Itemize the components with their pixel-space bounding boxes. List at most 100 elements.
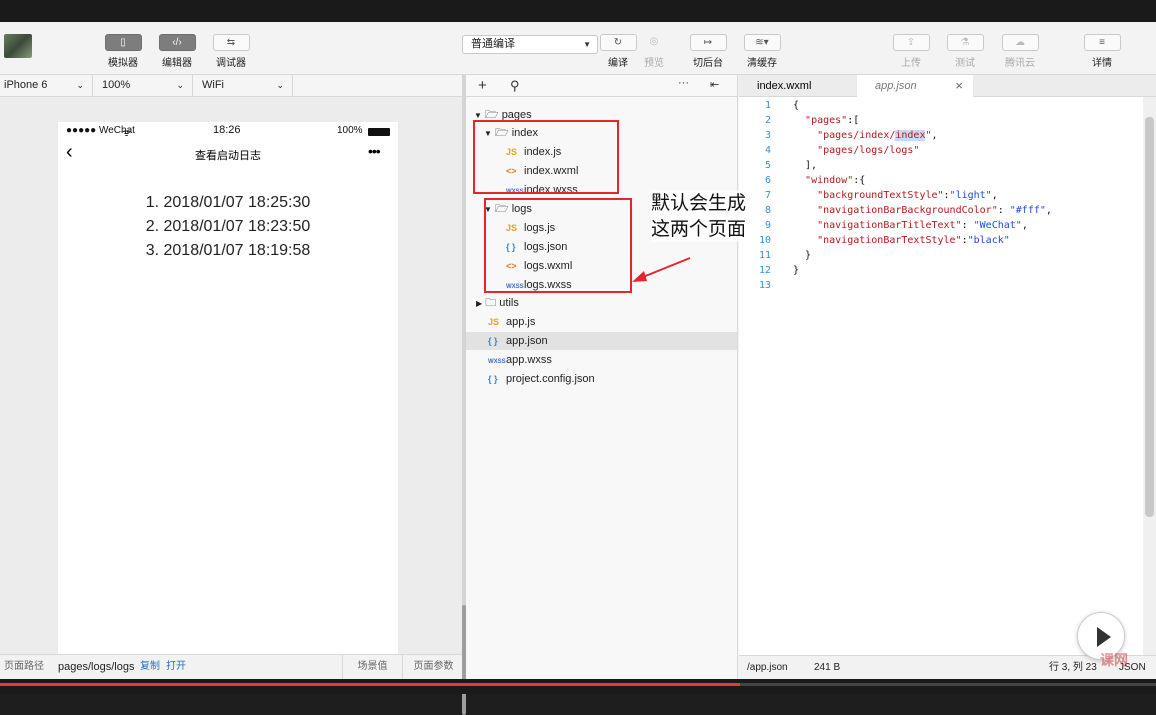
- video-progress-fill: [0, 683, 740, 686]
- video-progress-bar[interactable]: [0, 683, 1156, 686]
- wxss-file-icon: WXSS: [488, 359, 506, 365]
- chevron-down-icon: ⌄: [176, 80, 184, 90]
- highlight-box-logs: [484, 198, 632, 293]
- file-label: project.config.json: [506, 373, 595, 385]
- menu-icon: ≡: [1083, 34, 1121, 51]
- user-avatar[interactable]: [4, 34, 32, 58]
- code-line: {: [793, 100, 800, 111]
- device-select[interactable]: iPhone 6 ⌄: [0, 75, 93, 97]
- video-top-bar: [0, 0, 1156, 22]
- file-app-json[interactable]: { } app.json: [488, 332, 548, 350]
- debugger-label: 调试器: [216, 58, 246, 69]
- file-project-config[interactable]: { } project.config.json: [488, 370, 595, 388]
- add-icon[interactable]: +: [478, 77, 487, 94]
- file-path: /app.json: [747, 662, 788, 673]
- editor-button[interactable]: ‹/› 编辑器: [155, 34, 199, 69]
- flask-icon: ⚗: [946, 34, 984, 51]
- switch-icon: ↦: [689, 34, 727, 51]
- collapse-icon[interactable]: ⇤: [710, 78, 719, 91]
- tencent-cloud-button[interactable]: ☁ 腾讯云: [998, 34, 1042, 69]
- refresh-icon: ↻: [599, 34, 637, 51]
- clear-cache-label: 清缓存: [747, 58, 777, 69]
- code-line: }: [793, 250, 812, 261]
- more-icon[interactable]: ···: [678, 77, 689, 89]
- log-item: 1. 2018/01/07 18:25:30: [145, 194, 311, 211]
- chevron-down-icon: ⌄: [276, 80, 284, 90]
- wifi-icon: ᯤ: [122, 128, 132, 139]
- tab-label: app.json: [875, 80, 917, 92]
- device-value: iPhone 6: [4, 79, 48, 91]
- tab-app-json[interactable]: app.json ×: [857, 75, 973, 97]
- zoom-select[interactable]: 100% ⌄: [93, 75, 193, 97]
- tab-index-wxml[interactable]: index.wxml: [739, 75, 857, 97]
- line-number: 1: [764, 100, 771, 111]
- editor-scrollbar[interactable]: [1143, 97, 1156, 655]
- status-bar: ●●●●● WeChat ᯤ 18:26 100%: [58, 122, 398, 139]
- upload-button[interactable]: ⇪ 上传: [889, 34, 933, 69]
- watermark-logo: 课网: [1100, 652, 1128, 668]
- phone-screen: ●●●●● WeChat ᯤ 18:26 100% ‹ 查看启动日志 ••• 1…: [58, 122, 398, 654]
- file-app-wxss[interactable]: WXSSapp.wxss: [488, 351, 552, 369]
- search-icon[interactable]: ⚲: [510, 78, 520, 94]
- log-list: 1. 2018/01/07 18:25:30 2. 2018/01/07 18:…: [58, 191, 398, 263]
- code-line: ],: [793, 160, 818, 171]
- line-number: 2: [764, 115, 771, 126]
- debugger-button[interactable]: ⇆ 调试器: [209, 34, 253, 69]
- device-bar: iPhone 6 ⌄ 100% ⌄ WiFi ⌄: [0, 75, 464, 97]
- clear-cache-button[interactable]: ≋▾ 清缓存: [740, 34, 784, 69]
- network-select[interactable]: WiFi ⌄: [193, 75, 293, 97]
- file-label: app.json: [506, 335, 548, 347]
- simulator-footer: 页面路径 pages/logs/logs 复制 打开 场景值 页面参数: [0, 654, 464, 679]
- compile-label: 编译: [608, 58, 628, 69]
- simulator-button[interactable]: ▯ 模拟器: [101, 34, 145, 69]
- line-number: 11: [758, 250, 771, 261]
- copy-link[interactable]: 复制: [140, 655, 160, 679]
- test-label: 测试: [955, 58, 975, 69]
- folder-icon: 🗀: [485, 297, 497, 309]
- annotation-line: 这两个页面: [651, 218, 747, 240]
- log-item: 3. 2018/01/07 18:19:58: [145, 242, 311, 259]
- line-number: 6: [764, 175, 771, 186]
- line-number: 13: [758, 280, 771, 291]
- code-line: "navigationBarBackgroundColor": "#fff",: [817, 205, 1052, 216]
- test-button[interactable]: ⚗ 测试: [943, 34, 987, 69]
- line-number: 4: [764, 145, 771, 156]
- page-params-button[interactable]: 页面参数: [402, 655, 464, 679]
- more-icon[interactable]: •••: [368, 143, 381, 159]
- battery-icon: [368, 128, 390, 136]
- file-size: 241 B: [814, 662, 841, 673]
- scrollbar-thumb[interactable]: [1145, 117, 1154, 517]
- clock-text: 18:26: [213, 124, 241, 136]
- preview-button[interactable]: ◎ 预览: [632, 34, 676, 69]
- chevron-down-icon: ⌄: [76, 80, 84, 90]
- code-line: "navigationBarTitleText": "WeChat",: [817, 220, 1028, 231]
- tab-label: index.wxml: [757, 80, 812, 92]
- network-value: WiFi: [202, 79, 224, 91]
- nav-title: 查看启动日志: [195, 150, 261, 162]
- highlight-box-index: [473, 120, 619, 194]
- json-file-icon: { }: [488, 374, 498, 384]
- caret-right-icon: ▶: [476, 299, 483, 308]
- code-line: "window":{: [805, 175, 866, 186]
- editor-tabs: index.wxml app.json ×: [739, 75, 1156, 97]
- log-item: 2. 2018/01/07 18:23:50: [145, 218, 311, 235]
- compile-mode-select[interactable]: 普通编译 ▼: [462, 35, 598, 54]
- chevron-down-icon: ▼: [583, 40, 591, 49]
- editor-label: 编辑器: [162, 58, 192, 69]
- simulator-label: 模拟器: [108, 58, 138, 69]
- folder-utils[interactable]: ▶ 🗀 utils: [476, 294, 519, 312]
- preview-label: 预览: [644, 58, 664, 69]
- cursor-position: 行 3, 列 23: [1049, 662, 1097, 673]
- json-file-icon: { }: [488, 336, 498, 346]
- line-number: 12: [758, 265, 771, 276]
- details-button[interactable]: ≡ 详情: [1080, 34, 1124, 69]
- close-icon[interactable]: ×: [955, 75, 963, 97]
- file-app-js[interactable]: JS app.js: [488, 313, 535, 331]
- upload-icon: ⇪: [892, 34, 930, 51]
- open-link[interactable]: 打开: [166, 655, 186, 679]
- background-button[interactable]: ↦ 切后台: [686, 34, 730, 69]
- caret-down-icon: ▼: [474, 111, 482, 120]
- code-area[interactable]: 1{ 2 "pages":[ 3 "pages/index/index", 4 …: [739, 97, 1143, 655]
- scene-value-button[interactable]: 场景值: [342, 655, 402, 679]
- devtools-window: ▯ 模拟器 ‹/› 编辑器 ⇆ 调试器 普通编译 ▼ ↻ 编译 ◎ 预览 ↦ 切…: [0, 0, 1156, 715]
